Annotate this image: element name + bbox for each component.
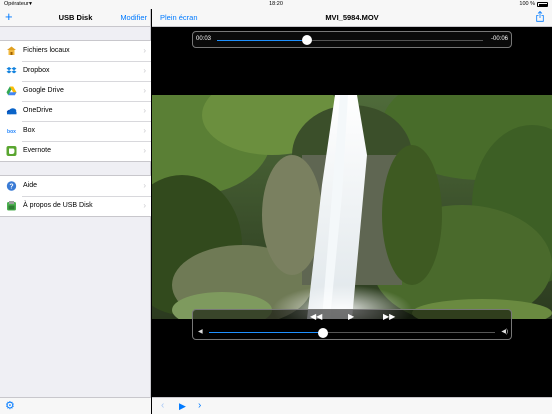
chevron-right-icon: › bbox=[143, 146, 146, 155]
sidebar-item-label: OneDrive bbox=[23, 107, 53, 114]
chevron-right-icon: › bbox=[143, 126, 146, 135]
folder-icon bbox=[7, 46, 16, 55]
sidebar-item-label: Fichiers locaux bbox=[23, 47, 70, 54]
onedrive-icon bbox=[6, 108, 17, 115]
chevron-right-icon: › bbox=[143, 106, 146, 115]
previous-icon[interactable]: ‹ bbox=[161, 400, 164, 412]
sidebar-toolbar: ⚙ bbox=[0, 397, 151, 414]
sidebar-nav-bar: + USB Disk Modifier bbox=[0, 9, 150, 27]
progress-fill bbox=[217, 39, 308, 41]
storage-list: Fichiers locaux › Dropbox › Google Drive… bbox=[0, 40, 151, 162]
video-frame[interactable] bbox=[152, 95, 552, 319]
volume-high-icon: ◀) bbox=[501, 329, 508, 335]
sidebar-item-about[interactable]: À propos de USB Disk › bbox=[0, 196, 151, 216]
sidebar-item-local-files[interactable]: Fichiers locaux › bbox=[0, 41, 151, 61]
transport-controls: ◀◀ ▶ ▶▶ ◀ ◀) bbox=[192, 309, 512, 340]
chevron-right-icon: › bbox=[143, 46, 146, 55]
sidebar-item-google-drive[interactable]: Google Drive › bbox=[0, 81, 151, 101]
play-icon[interactable]: ▶ bbox=[348, 312, 354, 321]
battery-icon bbox=[537, 2, 548, 7]
rewind-icon[interactable]: ◀◀ bbox=[310, 312, 322, 321]
volume-fill bbox=[209, 332, 324, 334]
svg-text:?: ? bbox=[9, 183, 13, 190]
battery-percent: 100 % bbox=[519, 1, 535, 7]
chevron-right-icon: › bbox=[143, 181, 146, 190]
sidebar-item-label: Box bbox=[23, 127, 36, 134]
svg-text:box: box bbox=[7, 129, 16, 135]
fast-forward-icon[interactable]: ▶▶ bbox=[383, 312, 395, 321]
sidebar-item-dropbox[interactable]: Dropbox › bbox=[0, 61, 151, 81]
next-icon[interactable]: › bbox=[198, 400, 201, 412]
clock: 18:20 bbox=[269, 1, 283, 7]
sidebar-item-label: Dropbox bbox=[23, 67, 50, 74]
sidebar-item-evernote[interactable]: Evernote › bbox=[0, 141, 151, 161]
progress-knob[interactable] bbox=[302, 35, 313, 45]
sidebar-item-label: Evernote bbox=[23, 147, 52, 154]
share-icon[interactable] bbox=[536, 11, 544, 22]
play-button-icon[interactable]: ▶ bbox=[179, 400, 186, 412]
sidebar-item-label: Aide bbox=[23, 182, 38, 189]
help-icon: ? bbox=[6, 181, 17, 191]
sidebar-item-label: Google Drive bbox=[23, 87, 64, 94]
gear-icon[interactable]: ⚙ bbox=[5, 400, 15, 412]
sidebar: + USB Disk Modifier Fichiers locaux › Dr… bbox=[0, 9, 151, 414]
sidebar-item-onedrive[interactable]: OneDrive › bbox=[0, 101, 151, 121]
chevron-right-icon: › bbox=[143, 201, 146, 210]
edit-button[interactable]: Modifier bbox=[120, 13, 147, 22]
volume-knob[interactable] bbox=[318, 327, 329, 338]
box-icon: box bbox=[7, 129, 16, 135]
player-nav-bar: Plein écran MVI_5984.MOV bbox=[152, 9, 552, 27]
sidebar-item-label: À propos de USB Disk bbox=[23, 202, 93, 209]
video-title: MVI_5984.MOV bbox=[325, 13, 379, 22]
dropbox-icon bbox=[6, 67, 17, 74]
player-toolbar: ‹ ▶ › bbox=[152, 397, 552, 414]
chevron-right-icon: › bbox=[143, 66, 146, 75]
remaining-time: -00:06 bbox=[490, 36, 508, 42]
status-bar: Opérateur ▼ 18:20 100 % bbox=[0, 0, 552, 9]
scrubber-bar: 00:03 -00:06 bbox=[192, 31, 512, 48]
volume-track[interactable] bbox=[209, 327, 495, 338]
sidebar-item-box[interactable]: box Box › bbox=[0, 121, 151, 141]
info-list: ? Aide › À propos de USB Disk › bbox=[0, 175, 151, 217]
evernote-icon bbox=[6, 146, 17, 156]
chevron-right-icon: › bbox=[143, 86, 146, 95]
about-icon bbox=[7, 201, 16, 211]
google-drive-icon bbox=[6, 86, 17, 96]
volume-low-icon: ◀ bbox=[198, 329, 203, 335]
progress-track[interactable] bbox=[217, 35, 483, 45]
elapsed-time: 00:03 bbox=[196, 36, 212, 42]
video-player: Plein écran MVI_5984.MOV 00:03 -00:06 ◀◀… bbox=[152, 9, 552, 414]
sidebar-item-help[interactable]: ? Aide › bbox=[0, 176, 151, 196]
